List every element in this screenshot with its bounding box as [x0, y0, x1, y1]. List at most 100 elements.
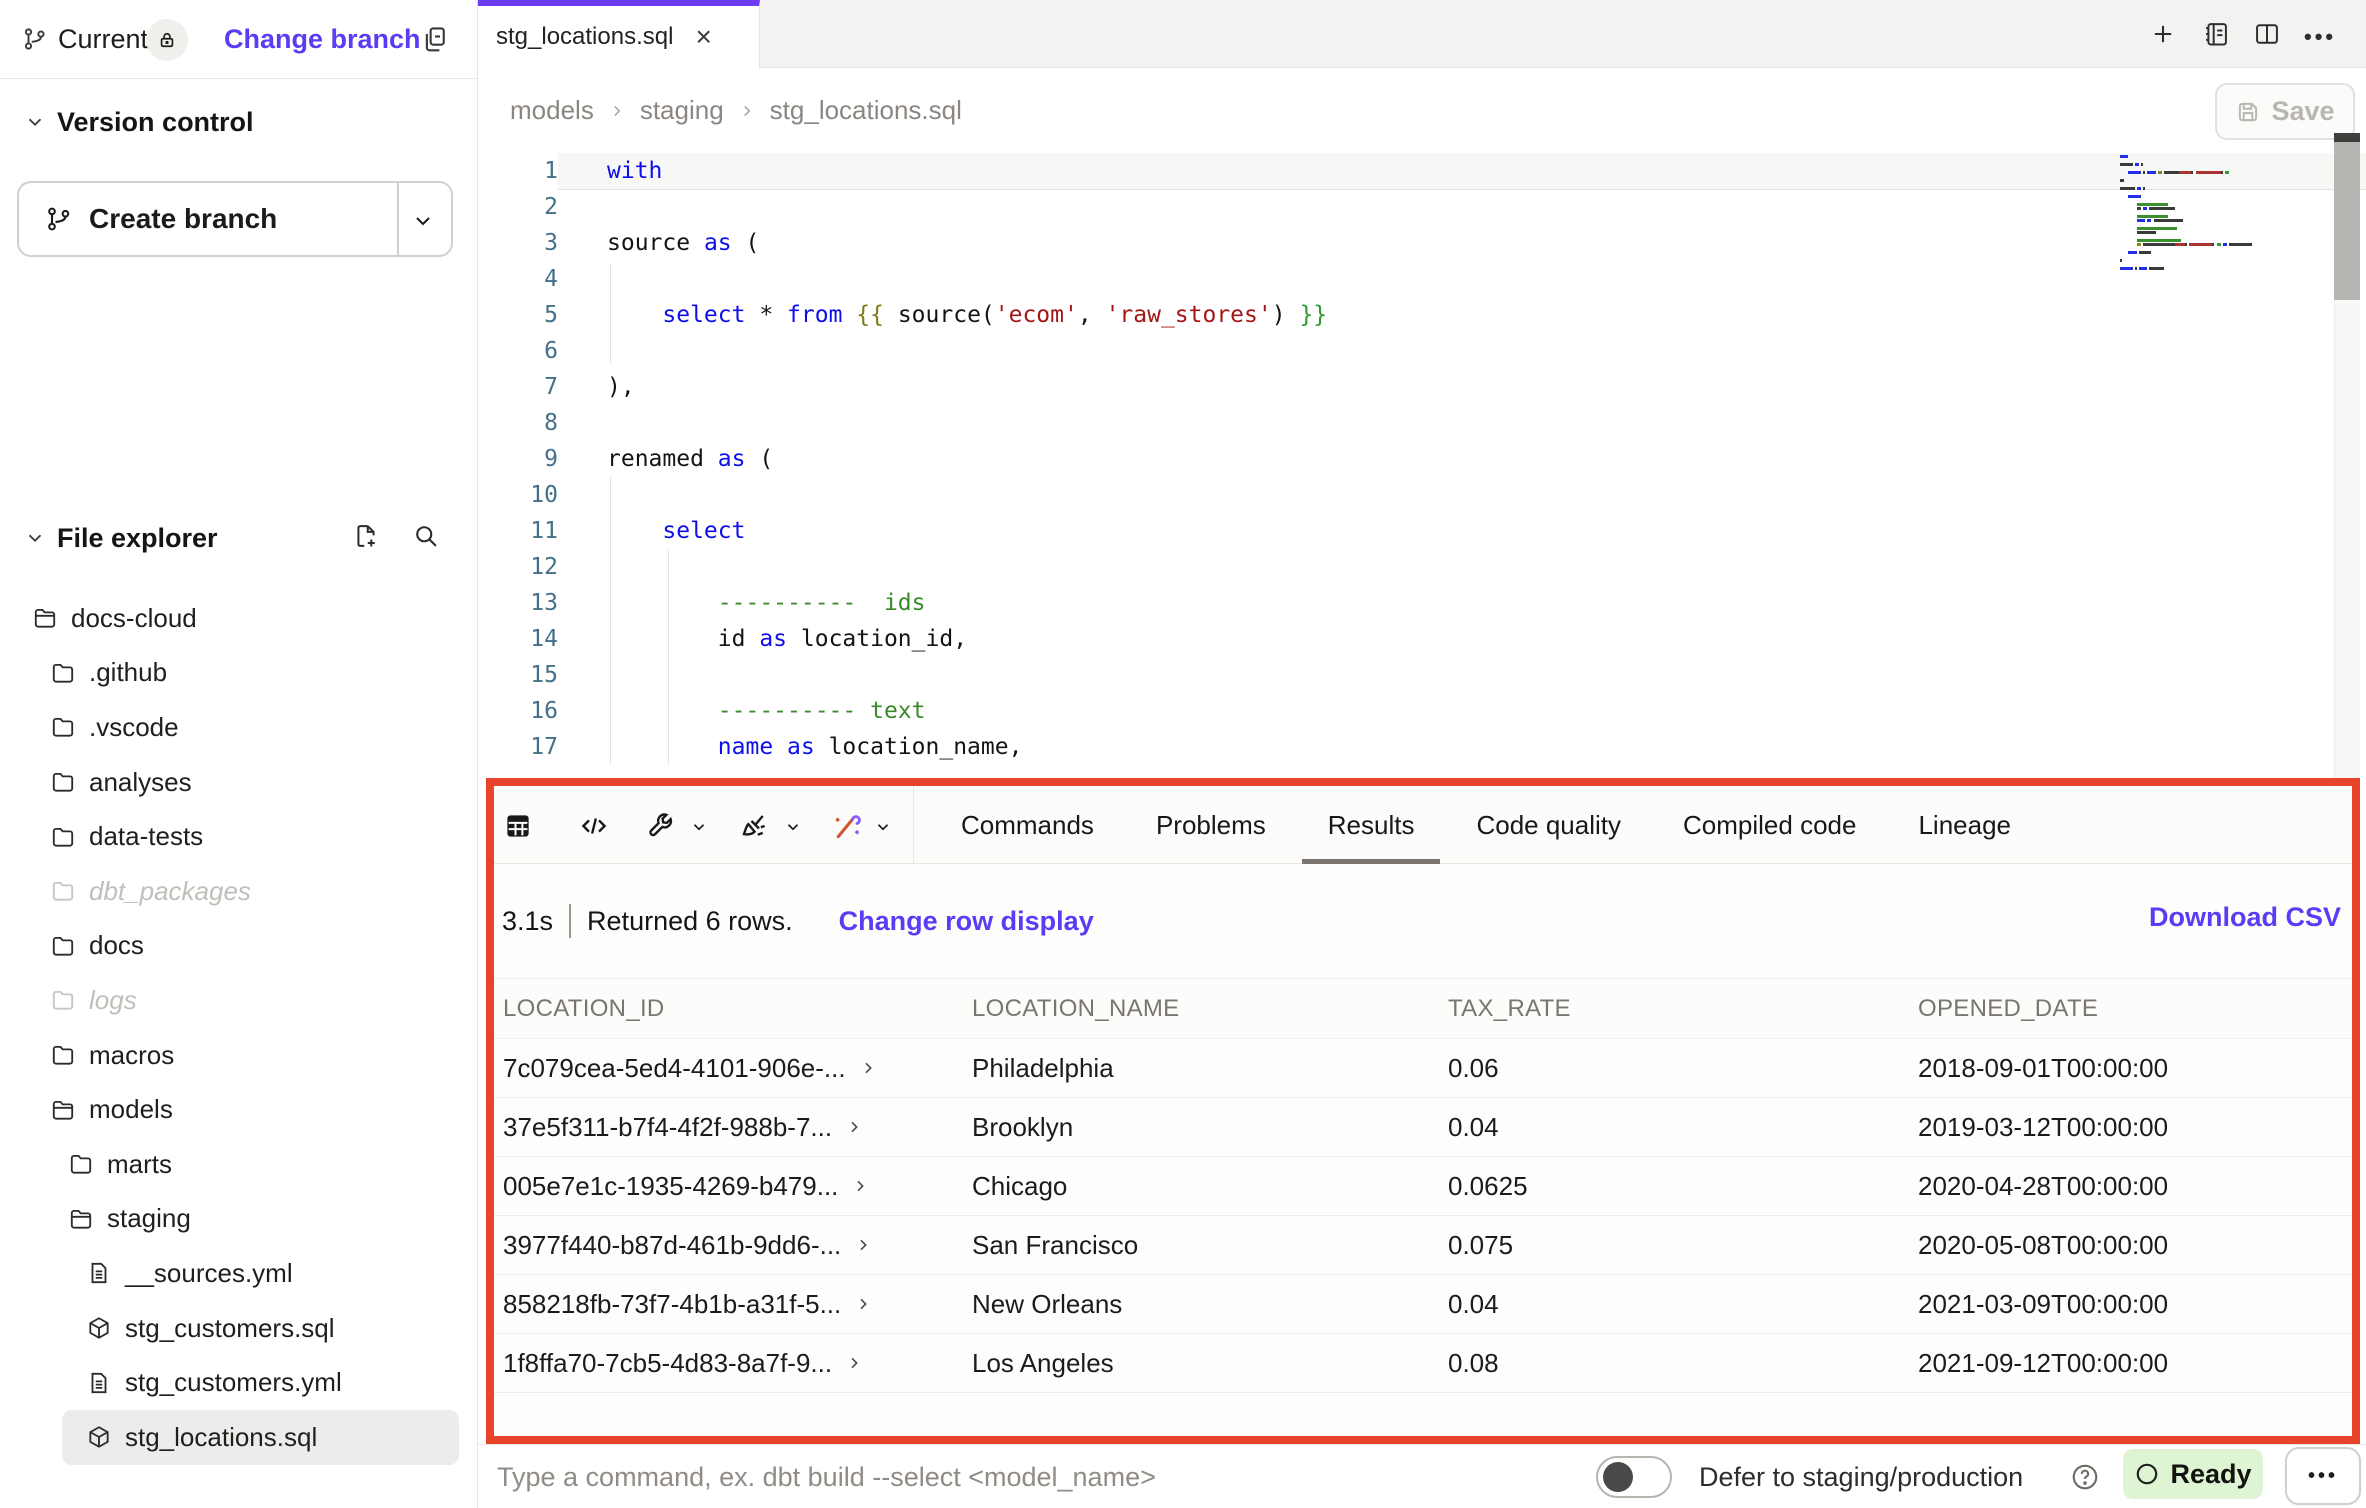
wand-icon[interactable] — [832, 811, 862, 841]
file-tree-item--sources-yml[interactable]: __sources.yml — [0, 1246, 477, 1301]
cell-expand-chevron-icon[interactable] — [855, 1237, 871, 1253]
save-button[interactable]: Save — [2215, 83, 2355, 140]
broom-dropdown-chevron-icon[interactable] — [784, 818, 802, 836]
file-tree-item--vscode[interactable]: .vscode — [0, 700, 477, 755]
panel-tab-problems[interactable]: Problems — [1156, 786, 1266, 864]
column-header[interactable]: LOCATION_ID — [503, 995, 972, 1023]
command-input[interactable]: Type a command, ex. dbt build --select <… — [497, 1445, 1497, 1508]
file-tree-item-staging[interactable]: staging — [0, 1192, 477, 1247]
ellipsis-icon[interactable]: ••• — [2304, 24, 2332, 52]
column-header[interactable]: OPENED_DATE — [1918, 995, 2352, 1023]
code-line-2[interactable]: 2 — [478, 189, 2366, 225]
code-line-1[interactable]: 1with — [478, 153, 2366, 189]
code-text: renamed as ( — [558, 441, 2366, 477]
file-tree-item-docs[interactable]: docs — [0, 919, 477, 974]
download-csv-link[interactable]: Download CSV — [2149, 902, 2341, 933]
code-line-6[interactable]: 6 — [478, 333, 2366, 369]
code-line-5[interactable]: 5 select * from {{ source('ecom', 'raw_s… — [478, 297, 2366, 333]
create-branch-button[interactable]: Create branch — [17, 181, 453, 257]
git-branch-icon — [22, 26, 48, 52]
notebook-icon[interactable] — [2202, 20, 2230, 48]
version-control-chevron-icon[interactable] — [24, 111, 46, 133]
code-line-7[interactable]: 7), — [478, 369, 2366, 405]
file-tree-item-analyses[interactable]: analyses — [0, 755, 477, 810]
code-line-8[interactable]: 8 — [478, 405, 2366, 441]
code-line-10[interactable]: 10 — [478, 477, 2366, 513]
indent-guide — [610, 263, 611, 363]
cell-expand-chevron-icon[interactable] — [846, 1355, 862, 1371]
file-tree-item-logs[interactable]: logs — [0, 973, 477, 1028]
cell-expand-chevron-icon[interactable] — [846, 1119, 862, 1135]
code-line-11[interactable]: 11 select — [478, 513, 2366, 549]
column-header[interactable]: TAX_RATE — [1448, 995, 1918, 1023]
split-panel-icon[interactable] — [2253, 20, 2281, 48]
copy-icon[interactable] — [420, 24, 450, 54]
breadcrumb-chevron-icon — [738, 102, 756, 120]
file-explorer-title: File explorer — [57, 523, 218, 554]
editor-minimap[interactable] — [2120, 155, 2332, 271]
breadcrumb-segment[interactable]: models — [510, 95, 594, 126]
file-explorer-chevron-icon[interactable] — [24, 527, 46, 549]
code-line-14[interactable]: 14 id as location_id, — [478, 621, 2366, 657]
breadcrumb-segment[interactable]: staging — [640, 95, 724, 126]
breadcrumb-segment[interactable]: stg_locations.sql — [770, 95, 962, 126]
file-tree-item-macros[interactable]: macros — [0, 1028, 477, 1083]
panel-tab-code-quality[interactable]: Code quality — [1476, 786, 1621, 864]
cell-value: 37e5f311-b7f4-4f2f-988b-7... — [503, 1112, 832, 1143]
defer-toggle[interactable] — [1596, 1456, 1672, 1498]
file-tree-item-dbt-packages[interactable]: dbt_packages — [0, 864, 477, 919]
file-tree-item-data-tests[interactable]: data-tests — [0, 809, 477, 864]
help-icon[interactable] — [2070, 1462, 2100, 1492]
change-branch-link[interactable]: Change branch — [224, 0, 421, 79]
panel-tab-commands[interactable]: Commands — [961, 786, 1094, 864]
code-line-16[interactable]: 16 ---------- text — [478, 693, 2366, 729]
create-branch-dropdown-chevron-icon[interactable] — [411, 209, 435, 233]
change-row-display-link[interactable]: Change row display — [839, 906, 1094, 937]
more-options-button[interactable]: ••• — [2285, 1447, 2361, 1505]
file-tree-item-docs-cloud[interactable]: docs-cloud — [0, 591, 477, 646]
wrench-dropdown-chevron-icon[interactable] — [690, 818, 708, 836]
indent-guide — [668, 549, 669, 765]
file-tree-item--github[interactable]: .github — [0, 646, 477, 701]
panel-tab-lineage[interactable]: Lineage — [1918, 786, 2011, 864]
file-tree-item-stg-locations-sql[interactable]: stg_locations.sql — [62, 1410, 459, 1465]
broom-icon[interactable] — [739, 811, 769, 841]
code-line-4[interactable]: 4 — [478, 261, 2366, 297]
search-icon[interactable] — [412, 522, 440, 550]
code-text: source as ( — [558, 225, 2366, 261]
panel-tab-compiled-code[interactable]: Compiled code — [1683, 786, 1856, 864]
file-label: stg_customers.yml — [125, 1367, 342, 1398]
file-tree-item-models[interactable]: models — [0, 1082, 477, 1137]
code-line-17[interactable]: 17 name as location_name, — [478, 729, 2366, 765]
column-header[interactable]: LOCATION_NAME — [972, 995, 1448, 1023]
code-line-12[interactable]: 12 — [478, 549, 2366, 585]
code-editor[interactable]: 1with23source as (45 select * from {{ so… — [478, 153, 2366, 765]
status-badge-ready[interactable]: Ready — [2123, 1449, 2263, 1499]
wrench-icon[interactable] — [645, 811, 675, 841]
code-line-9[interactable]: 9renamed as ( — [478, 441, 2366, 477]
cell-expand-chevron-icon[interactable] — [860, 1060, 876, 1076]
model-cube-icon — [86, 1315, 112, 1341]
table-view-icon[interactable] — [503, 811, 533, 841]
table-cell: 37e5f311-b7f4-4f2f-988b-7... — [503, 1112, 972, 1143]
panel-tab-results[interactable]: Results — [1328, 786, 1415, 864]
file-tree-item-marts[interactable]: marts — [0, 1137, 477, 1192]
file-tree: docs-cloud .github.vscodeanalysesdata-tes… — [0, 591, 477, 1465]
cell-expand-chevron-icon[interactable] — [852, 1178, 868, 1194]
code-line-3[interactable]: 3source as ( — [478, 225, 2366, 261]
file-tree-item-stg-customers-yml[interactable]: stg_customers.yml — [0, 1355, 477, 1410]
new-file-icon[interactable] — [352, 522, 380, 550]
line-number: 13 — [478, 585, 558, 621]
folder-open-icon — [68, 1206, 94, 1232]
file-tree-item-stg-customers-sql[interactable]: stg_customers.sql — [0, 1301, 477, 1356]
editor-scrollbar-thumb[interactable] — [2334, 142, 2360, 300]
plus-icon[interactable] — [2149, 20, 2177, 48]
close-icon[interactable]: × — [695, 23, 711, 51]
code-view-icon[interactable] — [579, 811, 609, 841]
file-label: docs-cloud — [71, 603, 197, 634]
code-line-13[interactable]: 13 ---------- ids — [478, 585, 2366, 621]
code-line-15[interactable]: 15 — [478, 657, 2366, 693]
cell-expand-chevron-icon[interactable] — [855, 1296, 871, 1312]
editor-tab-stg-locations[interactable]: stg_locations.sql × — [478, 0, 760, 68]
wand-dropdown-chevron-icon[interactable] — [874, 818, 892, 836]
